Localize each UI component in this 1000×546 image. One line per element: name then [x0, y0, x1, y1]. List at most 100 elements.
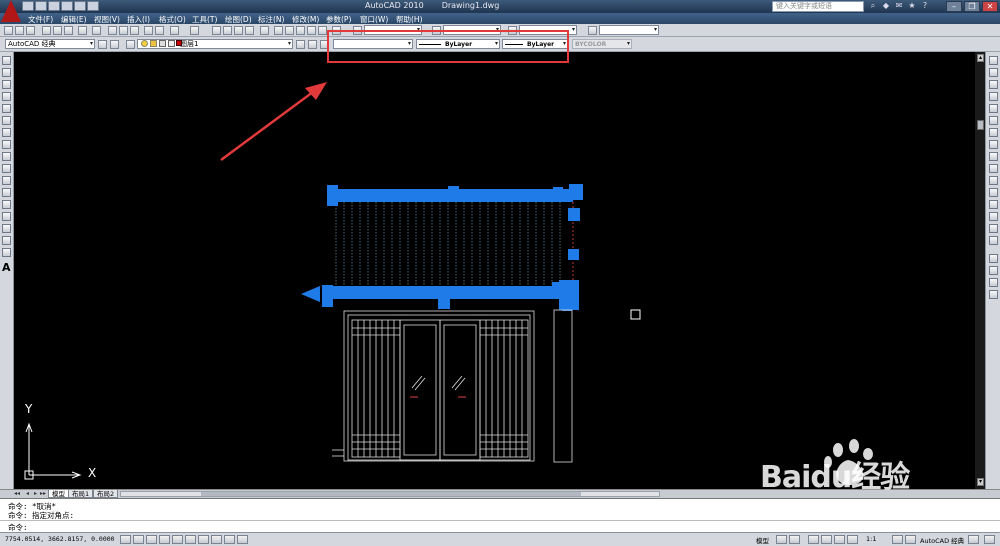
- pan-status-icon[interactable]: [808, 535, 819, 544]
- array-tool-icon[interactable]: [989, 104, 998, 113]
- multileader-style-icon[interactable]: [588, 26, 597, 35]
- scroll-down-button[interactable]: ▾: [977, 478, 984, 486]
- ducs-toggle-icon[interactable]: [198, 535, 209, 544]
- rotate-tool-icon[interactable]: [989, 128, 998, 137]
- redo-icon[interactable]: [190, 26, 199, 35]
- block-editor-icon[interactable]: [155, 26, 164, 35]
- pan-icon[interactable]: [212, 26, 221, 35]
- door-elevation[interactable]: [332, 309, 573, 463]
- line-tool-icon[interactable]: [2, 56, 11, 65]
- 3d-dwf-icon[interactable]: [78, 26, 87, 35]
- trim-tool-icon[interactable]: [989, 164, 998, 173]
- zoom-realtime-icon[interactable]: [223, 26, 232, 35]
- tab-layout2[interactable]: 布局2: [93, 490, 119, 498]
- workspace-switch[interactable]: AutoCAD 经典: [920, 535, 964, 545]
- drawing-canvas[interactable]: Y X: [14, 52, 975, 489]
- help-search-input[interactable]: 键入关键字或短语: [772, 1, 864, 12]
- zoom-previous-icon[interactable]: [245, 26, 254, 35]
- selected-roof-structure[interactable]: [301, 184, 583, 311]
- grid-toggle-icon[interactable]: [133, 535, 144, 544]
- hatch-tool-icon[interactable]: [2, 224, 11, 233]
- erase-tool-icon[interactable]: [989, 56, 998, 65]
- dyn-toggle-icon[interactable]: [211, 535, 222, 544]
- scroll-up-button[interactable]: ▴: [977, 54, 984, 62]
- model-space-button[interactable]: 模型: [756, 535, 769, 545]
- revcloud-tool-icon[interactable]: [2, 140, 11, 149]
- open-icon[interactable]: [15, 26, 24, 35]
- draw-order-tool-icon[interactable]: [989, 254, 998, 263]
- save-icon[interactable]: [48, 1, 60, 11]
- offset-tool-icon[interactable]: [989, 92, 998, 101]
- break-at-point-tool-icon[interactable]: [989, 188, 998, 197]
- layer-tool-icon[interactable]: [989, 290, 998, 299]
- chamfer-tool-icon[interactable]: [989, 224, 998, 233]
- ellipse-tool-icon[interactable]: [2, 164, 11, 173]
- circle-tool-icon[interactable]: [2, 128, 11, 137]
- make-current-layer-icon[interactable]: [296, 40, 305, 49]
- quick-view-drawings-icon[interactable]: [789, 535, 800, 544]
- layer-lock-icon[interactable]: [159, 40, 166, 47]
- paste-icon[interactable]: [130, 26, 139, 35]
- search-icon[interactable]: ⌕: [868, 1, 878, 11]
- multileader-style-combo[interactable]: ▾: [599, 25, 659, 35]
- quick-properties-toggle-icon[interactable]: [237, 535, 248, 544]
- mirror-tool-icon[interactable]: [989, 80, 998, 89]
- scroll-thumb[interactable]: [977, 120, 984, 130]
- match-properties-icon[interactable]: [144, 26, 153, 35]
- zoom-status-icon[interactable]: [821, 535, 832, 544]
- plotstyle-combo[interactable]: BYCOLOR ▾: [572, 39, 632, 49]
- join-tool-icon[interactable]: [989, 212, 998, 221]
- autoscale-icon[interactable]: [905, 535, 916, 544]
- sheet-set-icon[interactable]: [296, 26, 305, 35]
- favorites-icon[interactable]: ★: [907, 1, 917, 11]
- point-tool-icon[interactable]: [2, 212, 11, 221]
- qnew-icon[interactable]: [4, 26, 13, 35]
- workspace-combo[interactable]: AutoCAD 经典 ▾: [5, 39, 95, 49]
- tab-next-icon[interactable]: ▸: [34, 490, 37, 497]
- plot-icon[interactable]: [87, 1, 99, 11]
- properties-tool-icon[interactable]: [989, 278, 998, 287]
- layer-thaw-icon[interactable]: [150, 40, 157, 47]
- zoom-window-icon[interactable]: [234, 26, 243, 35]
- quickcalc-icon[interactable]: [318, 26, 327, 35]
- tab-last-icon[interactable]: ▸▸: [40, 490, 46, 497]
- polygon-tool-icon[interactable]: [2, 92, 11, 101]
- close-button[interactable]: ✕: [982, 1, 998, 12]
- extend-tool-icon[interactable]: [989, 176, 998, 185]
- explode-tool-icon[interactable]: [989, 266, 998, 275]
- make-block-tool-icon[interactable]: [2, 200, 11, 209]
- annotation-scale[interactable]: 1:1: [866, 535, 876, 543]
- mtext-tool-icon[interactable]: A: [2, 261, 11, 274]
- gradient-tool-icon[interactable]: [2, 236, 11, 245]
- layer-on-icon[interactable]: [141, 40, 148, 47]
- insert-block-tool-icon[interactable]: [2, 188, 11, 197]
- clean-screen-icon[interactable]: [984, 535, 995, 544]
- polar-toggle-icon[interactable]: [159, 535, 170, 544]
- stretch-tool-icon[interactable]: [989, 152, 998, 161]
- communication-icon[interactable]: ✉: [894, 1, 904, 11]
- etransmit-icon[interactable]: [92, 26, 101, 35]
- showmotion-icon[interactable]: [847, 535, 858, 544]
- restore-button[interactable]: ❐: [964, 1, 980, 12]
- publish-icon[interactable]: [64, 26, 73, 35]
- region-tool-icon[interactable]: [2, 248, 11, 257]
- horizontal-scroll-thumb[interactable]: [201, 492, 581, 496]
- cursor-coordinates[interactable]: 7754.0514, 3662.8157, 0.0000: [5, 535, 115, 543]
- help-icon[interactable]: ?: [920, 1, 930, 11]
- cut-icon[interactable]: [108, 26, 117, 35]
- spline-tool-icon[interactable]: [2, 152, 11, 161]
- steering-wheel-icon[interactable]: [834, 535, 845, 544]
- subscription-icon[interactable]: ◆: [881, 1, 891, 11]
- arc-tool-icon[interactable]: [2, 116, 11, 125]
- break-tool-icon[interactable]: [989, 200, 998, 209]
- redo-icon[interactable]: [74, 1, 86, 11]
- polyline-tool-icon[interactable]: [2, 80, 11, 89]
- rectangle-tool-icon[interactable]: [2, 104, 11, 113]
- command-input[interactable]: 命令:: [0, 520, 1000, 532]
- save-icon[interactable]: [26, 26, 35, 35]
- otrack-toggle-icon[interactable]: [185, 535, 196, 544]
- open-file-icon[interactable]: [35, 1, 47, 11]
- tab-model[interactable]: 模型: [48, 490, 69, 498]
- new-file-icon[interactable]: [22, 1, 34, 11]
- ellipse-arc-tool-icon[interactable]: [2, 176, 11, 185]
